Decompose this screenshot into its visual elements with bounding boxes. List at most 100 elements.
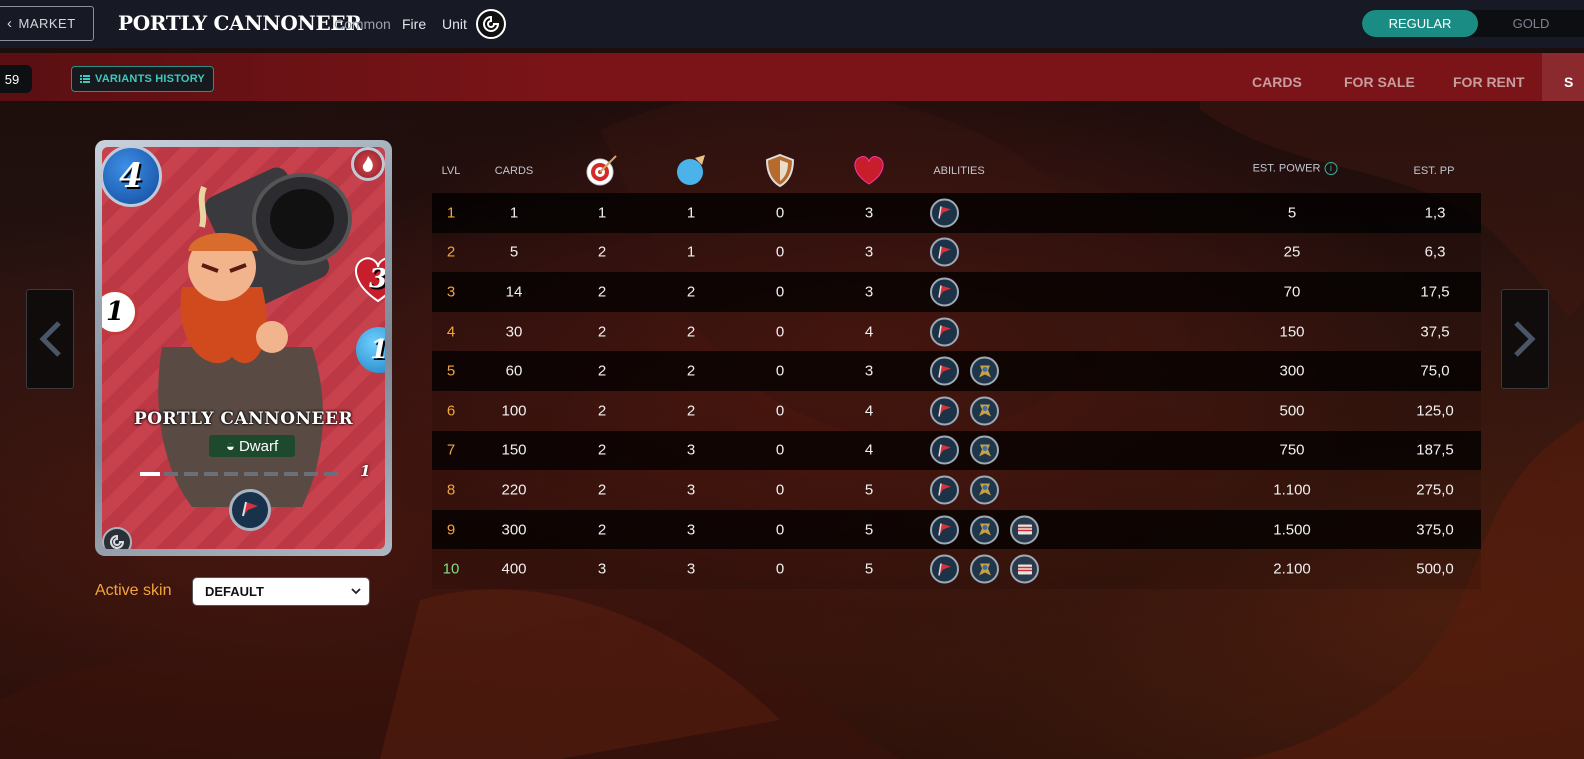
cell-speed: 3 — [686, 441, 696, 459]
cell-pp: 37,5 — [1420, 323, 1450, 341]
info-icon[interactable]: i — [1324, 162, 1338, 175]
type-label: Unit — [442, 16, 467, 32]
next-card-button[interactable] — [1501, 289, 1549, 389]
back-to-market-button[interactable]: ‹ MARKET — [0, 6, 94, 41]
table-row: 8 220 2 3 0 5 1.100 275,0 — [432, 470, 1481, 510]
card-subnav: 59 VARIANTS HISTORY CARDS FOR SALE FOR R… — [0, 53, 1584, 101]
flag-icon[interactable] — [930, 356, 959, 386]
flag-icon[interactable] — [930, 277, 959, 307]
card-frame: 4 3 1 1 PORTLY CANNONEER ◒ Dwarf 1 — [102, 147, 385, 549]
dwarf-icon[interactable] — [970, 396, 999, 426]
cell-cards: 1 — [509, 204, 519, 222]
cell-health: 3 — [864, 243, 874, 261]
dwarf-icon[interactable] — [970, 475, 999, 505]
header-abilities: ABILITIES — [933, 165, 985, 177]
mana-value: 4 — [119, 156, 143, 196]
chevron-down-icon — [351, 588, 361, 595]
cell-health: 3 — [864, 283, 874, 301]
dwarf-icon[interactable] — [970, 435, 999, 465]
header-cards: CARDS — [494, 165, 534, 177]
cell-speed: 1 — [686, 243, 696, 261]
cell-speed: 2 — [686, 362, 696, 380]
previous-card-button[interactable] — [26, 289, 74, 389]
cell-health: 3 — [864, 362, 874, 380]
cell-speed: 3 — [686, 521, 696, 539]
cell-cards: 150 — [501, 441, 527, 459]
variants-history-label: VARIANTS HISTORY — [95, 73, 205, 85]
variants-history-button[interactable]: VARIANTS HISTORY — [71, 66, 214, 92]
card-count-badge: 59 — [0, 65, 32, 93]
foil-toggle[interactable]: REGULAR GOLD — [1362, 10, 1584, 37]
dwarf-icon[interactable] — [970, 356, 999, 386]
cell-pp: 187,5 — [1416, 441, 1454, 459]
gold-foil-option[interactable]: GOLD — [1478, 10, 1584, 37]
cell-lvl: 5 — [446, 362, 456, 380]
table-row: 10 400 3 3 0 5 2.100 500,0 — [432, 549, 1481, 589]
cell-armor: 0 — [775, 204, 785, 222]
book-icon[interactable] — [1010, 515, 1039, 545]
cell-power: 2.100 — [1273, 560, 1311, 578]
table-row: 3 14 2 2 0 3 70 17,5 — [432, 272, 1481, 312]
cell-armor: 0 — [775, 283, 785, 301]
cell-lvl: 8 — [446, 481, 456, 499]
cell-lvl: 7 — [446, 441, 456, 459]
cell-armor: 0 — [775, 481, 785, 499]
cell-ranged: 2 — [597, 441, 607, 459]
cell-ranged: 2 — [597, 402, 607, 420]
tab-stats[interactable]: S — [1564, 74, 1573, 90]
level-stats-table: LVL CARDS ABILITIES EST. POWER i EST. PP … — [432, 148, 1481, 589]
tab-for-rent[interactable]: FOR RENT — [1453, 74, 1525, 90]
flag-icon[interactable] — [930, 317, 959, 347]
regular-foil-option[interactable]: REGULAR — [1362, 10, 1478, 37]
dwarf-cannoneer-illustration — [158, 167, 352, 507]
abilities-cell — [930, 198, 959, 228]
cell-armor: 0 — [775, 323, 785, 341]
cell-power: 1.100 — [1273, 481, 1311, 499]
cell-power: 1.500 — [1273, 521, 1311, 539]
dwarf-icon[interactable] — [970, 515, 999, 545]
cell-power: 500 — [1279, 402, 1305, 420]
cell-speed: 3 — [686, 481, 696, 499]
cell-cards: 14 — [505, 283, 523, 301]
flag-icon[interactable] — [930, 396, 959, 426]
abilities-cell — [930, 317, 959, 347]
dwarf-icon: ◒ — [225, 437, 235, 455]
flag-icon[interactable] — [930, 198, 959, 228]
cell-ranged: 1 — [597, 204, 607, 222]
table-row: 4 30 2 2 0 4 150 37,5 — [432, 311, 1481, 352]
tab-cards[interactable]: CARDS — [1252, 74, 1302, 90]
health-value: 3 — [369, 264, 385, 294]
header-lvl: LVL — [441, 165, 461, 177]
cell-ranged: 2 — [597, 481, 607, 499]
cell-power: 750 — [1279, 441, 1305, 459]
cell-health: 4 — [864, 402, 874, 420]
table-header: LVL CARDS ABILITIES EST. POWER i EST. PP — [432, 148, 1481, 193]
flag-icon[interactable] — [930, 554, 959, 584]
table-body: 1 1 1 1 0 3 5 1,3 2 5 2 1 0 3 25 6,3 3 14 2 2 0 3 70 17,5 4 30 2 2 0… — [432, 193, 1481, 589]
edition-icon — [476, 9, 506, 39]
cell-power: 5 — [1287, 204, 1297, 222]
cell-ranged: 2 — [597, 362, 607, 380]
cell-armor: 0 — [775, 521, 785, 539]
dwarf-icon[interactable] — [970, 554, 999, 584]
cell-cards: 400 — [501, 560, 527, 578]
cell-pp: 6,3 — [1424, 243, 1446, 261]
cell-armor: 0 — [775, 441, 785, 459]
cell-speed: 2 — [686, 283, 696, 301]
flag-icon[interactable] — [930, 475, 959, 505]
page-title: PORTLY CANNONEER — [118, 11, 362, 35]
table-row: 9 300 2 3 0 5 1.500 375,0 — [432, 509, 1481, 550]
list-icon — [80, 75, 91, 83]
flag-icon[interactable] — [930, 237, 959, 267]
book-icon[interactable] — [1010, 554, 1039, 584]
tab-for-sale[interactable]: FOR SALE — [1344, 74, 1415, 90]
cell-lvl: 3 — [446, 283, 456, 301]
cell-armor: 0 — [775, 402, 785, 420]
table-row: 7 150 2 3 0 4 750 187,5 — [432, 430, 1481, 471]
flag-icon[interactable] — [930, 515, 959, 545]
cell-pp: 75,0 — [1420, 362, 1450, 380]
skin-select[interactable]: DEFAULT — [192, 577, 370, 606]
chevron-left-icon: ‹ — [7, 15, 13, 32]
flag-icon[interactable] — [930, 435, 959, 465]
card-image: 4 3 1 1 PORTLY CANNONEER ◒ Dwarf 1 — [95, 140, 392, 556]
